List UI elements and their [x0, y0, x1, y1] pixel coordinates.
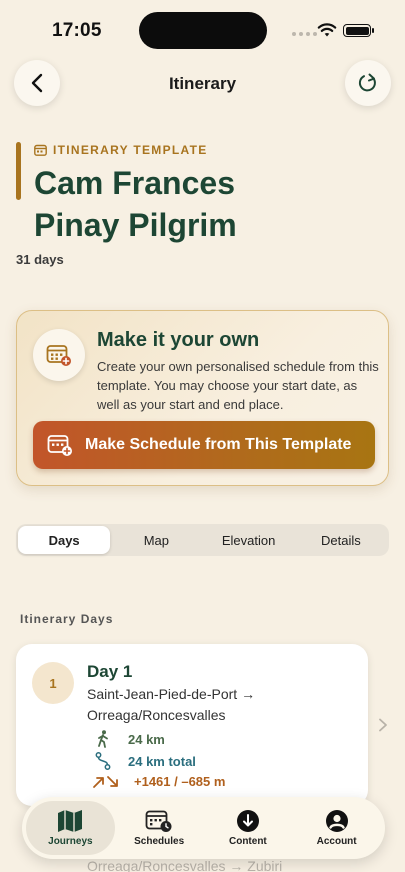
- title-line-2: Pinay Pilgrim: [34, 207, 237, 243]
- battery-icon: [343, 24, 374, 37]
- day-elevation: +1461 / –685 m: [92, 774, 225, 789]
- calendar-add-icon: [47, 435, 72, 456]
- elevation-value: +1461 / –685 m: [134, 774, 226, 789]
- walking-icon: [92, 730, 114, 748]
- make-schedule-button[interactable]: Make Schedule from This Template: [33, 421, 375, 469]
- refresh-button[interactable]: [345, 60, 391, 106]
- day-title: Day 1: [87, 662, 133, 681]
- tab-details[interactable]: Details: [295, 526, 387, 554]
- tab-schedules-label: Schedules: [134, 836, 185, 847]
- section-label: Itinerary Days: [20, 612, 114, 626]
- template-eyebrow: ITINERARY TEMPLATE: [34, 143, 208, 157]
- day-route: Saint-Jean-Pied-de-Port → Orreaga/Ronces…: [87, 686, 256, 723]
- tab-days[interactable]: Days: [18, 526, 111, 554]
- distance-value: 24 km: [128, 731, 165, 747]
- status-time: 17:05: [52, 20, 102, 41]
- tab-journeys-label: Journeys: [48, 836, 93, 847]
- title-accent-bar: [16, 142, 21, 200]
- eyebrow-label: ITINERARY TEMPLATE: [53, 143, 208, 157]
- map-icon: [58, 810, 83, 832]
- tab-map[interactable]: Map: [110, 526, 202, 554]
- download-icon: [236, 810, 259, 832]
- card-description: Create your own personalised schedule fr…: [97, 359, 379, 412]
- tab-elevation[interactable]: Elevation: [203, 526, 295, 554]
- make-schedule-label: Make Schedule from This Template: [85, 436, 352, 453]
- card-title: Make it your own: [97, 329, 260, 351]
- make-it-your-own-card: Make it your own Create your own persona…: [16, 310, 389, 486]
- app-screen: 17:05 Itinerary ITINERARY TEMPLATE Cam F…: [0, 0, 405, 872]
- view-segmented-control: Days Map Elevation Details: [16, 524, 389, 556]
- elevation-arrows-icon: [92, 775, 120, 789]
- tab-schedules[interactable]: Schedules: [115, 801, 204, 855]
- dynamic-island: [139, 12, 267, 49]
- account-icon: [325, 810, 348, 832]
- status-bar: 17:05: [0, 0, 405, 56]
- tab-content[interactable]: Content: [204, 801, 293, 855]
- day-card[interactable]: 1 Day 1 Saint-Jean-Pied-de-Port → Orreag…: [16, 644, 368, 806]
- day-number-badge: 1: [32, 662, 74, 704]
- calendar-add-icon: [33, 329, 85, 381]
- total-value: 24 km total: [128, 753, 196, 769]
- signal-icon: [292, 32, 317, 36]
- tab-journeys[interactable]: Journeys: [26, 801, 115, 855]
- itinerary-title: Cam Frances Pinay Pilgrim: [34, 162, 364, 246]
- wifi-icon: [317, 23, 337, 37]
- day-distance: 24 km: [92, 730, 165, 748]
- refresh-icon: [358, 73, 376, 92]
- tab-content-label: Content: [228, 836, 267, 847]
- tab-account[interactable]: Account: [292, 801, 381, 855]
- template-icon: [34, 144, 47, 156]
- title-line-1: Cam Frances: [34, 165, 235, 201]
- calendar-clock-icon: [145, 810, 172, 832]
- duration-label: 31 days: [16, 252, 64, 267]
- tab-account-label: Account: [316, 836, 357, 847]
- bottom-tab-bar: Journeys Schedules Content Account: [22, 797, 385, 859]
- next-day-route-peek: Orreaga/Roncesvalles → Zubiri: [87, 858, 283, 872]
- route-icon: [92, 752, 114, 770]
- chevron-right-icon: [379, 718, 387, 732]
- day-total-distance: 24 km total: [92, 752, 196, 770]
